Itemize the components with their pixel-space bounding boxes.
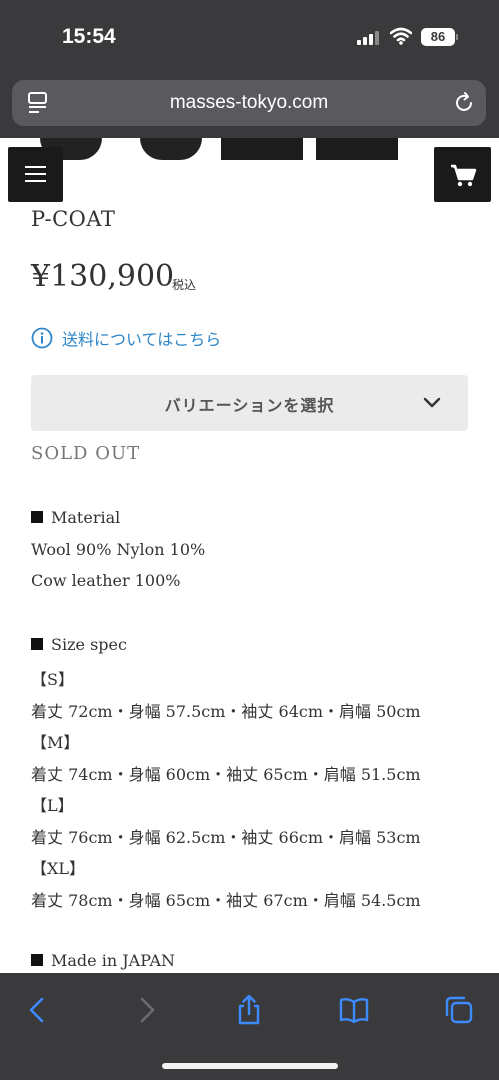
made-in-text: Made in JAPAN — [51, 951, 176, 970]
menu-button[interactable] — [8, 147, 63, 202]
url-text[interactable]: masses-tokyo.com — [12, 92, 486, 114]
square-bullet-icon — [31, 954, 43, 966]
made-in: Made in JAPAN — [31, 951, 175, 970]
thumbnail-image[interactable] — [140, 138, 202, 160]
material-heading-text: Material — [51, 508, 121, 527]
thumbnail-image[interactable] — [221, 138, 303, 160]
cart-button[interactable] — [434, 147, 491, 202]
size-spec: 着丈 78cm・身幅 65cm・袖丈 67cm・肩幅 54.5cm — [31, 891, 421, 910]
battery-tip — [456, 34, 458, 40]
address-bar[interactable]: masses-tokyo.com — [12, 80, 486, 126]
size-label: 【S】 — [31, 670, 74, 689]
cellular-signal-icon — [357, 31, 381, 45]
product-name: P-COAT — [31, 207, 116, 231]
square-bullet-icon — [31, 638, 43, 650]
bookmarks-icon[interactable] — [339, 995, 369, 1025]
size-label: 【XL】 — [31, 859, 86, 878]
back-arrow-icon[interactable] — [23, 995, 53, 1025]
sold-out-status: SOLD OUT — [31, 443, 141, 464]
shipping-link-text[interactable]: 送料についてはこちら — [62, 326, 221, 350]
material-line: Wool 90% Nylon 10% — [31, 540, 206, 559]
shipping-info-link[interactable]: 送料についてはこちら — [31, 326, 221, 350]
material-line: Cow leather 100% — [31, 571, 181, 590]
square-bullet-icon — [31, 511, 43, 523]
hamburger-icon — [25, 180, 46, 182]
size-spec: 着丈 74cm・身幅 60cm・袖丈 65cm・肩幅 51.5cm — [31, 765, 421, 784]
hamburger-icon — [25, 166, 46, 168]
chevron-down-icon — [423, 397, 441, 408]
battery-indicator: 86 — [421, 28, 455, 46]
size-label: 【L】 — [31, 796, 74, 815]
size-spec: 着丈 76cm・身幅 62.5cm・袖丈 66cm・肩幅 53cm — [31, 828, 421, 847]
tabs-icon[interactable] — [444, 995, 474, 1025]
forward-arrow-icon[interactable] — [131, 995, 161, 1025]
wifi-icon — [390, 27, 412, 45]
variation-select-label: バリエーションを選択 — [164, 396, 335, 415]
product-price: ¥130,900 — [31, 259, 175, 294]
product-thumbnails — [0, 138, 499, 160]
size-spec: 着丈 72cm・身幅 57.5cm・袖丈 64cm・肩幅 50cm — [31, 702, 421, 721]
home-indicator — [162, 1063, 338, 1069]
cart-icon — [451, 164, 477, 187]
material-heading: Material — [31, 508, 120, 527]
size-heading: Size spec — [31, 635, 127, 654]
reload-icon[interactable] — [452, 91, 476, 115]
share-icon[interactable] — [234, 995, 264, 1025]
tax-label: 税込 — [172, 278, 197, 292]
thumbnail-image[interactable] — [316, 138, 398, 160]
size-heading-text: Size spec — [51, 635, 127, 654]
browser-top-chrome: 15:54 86 masses-tokyo.com — [0, 0, 499, 138]
status-time: 15:54 — [62, 25, 116, 48]
hamburger-icon — [25, 173, 46, 175]
info-icon — [31, 327, 53, 349]
variation-select[interactable]: バリエーションを選択 — [31, 375, 468, 431]
size-label: 【M】 — [31, 733, 80, 752]
